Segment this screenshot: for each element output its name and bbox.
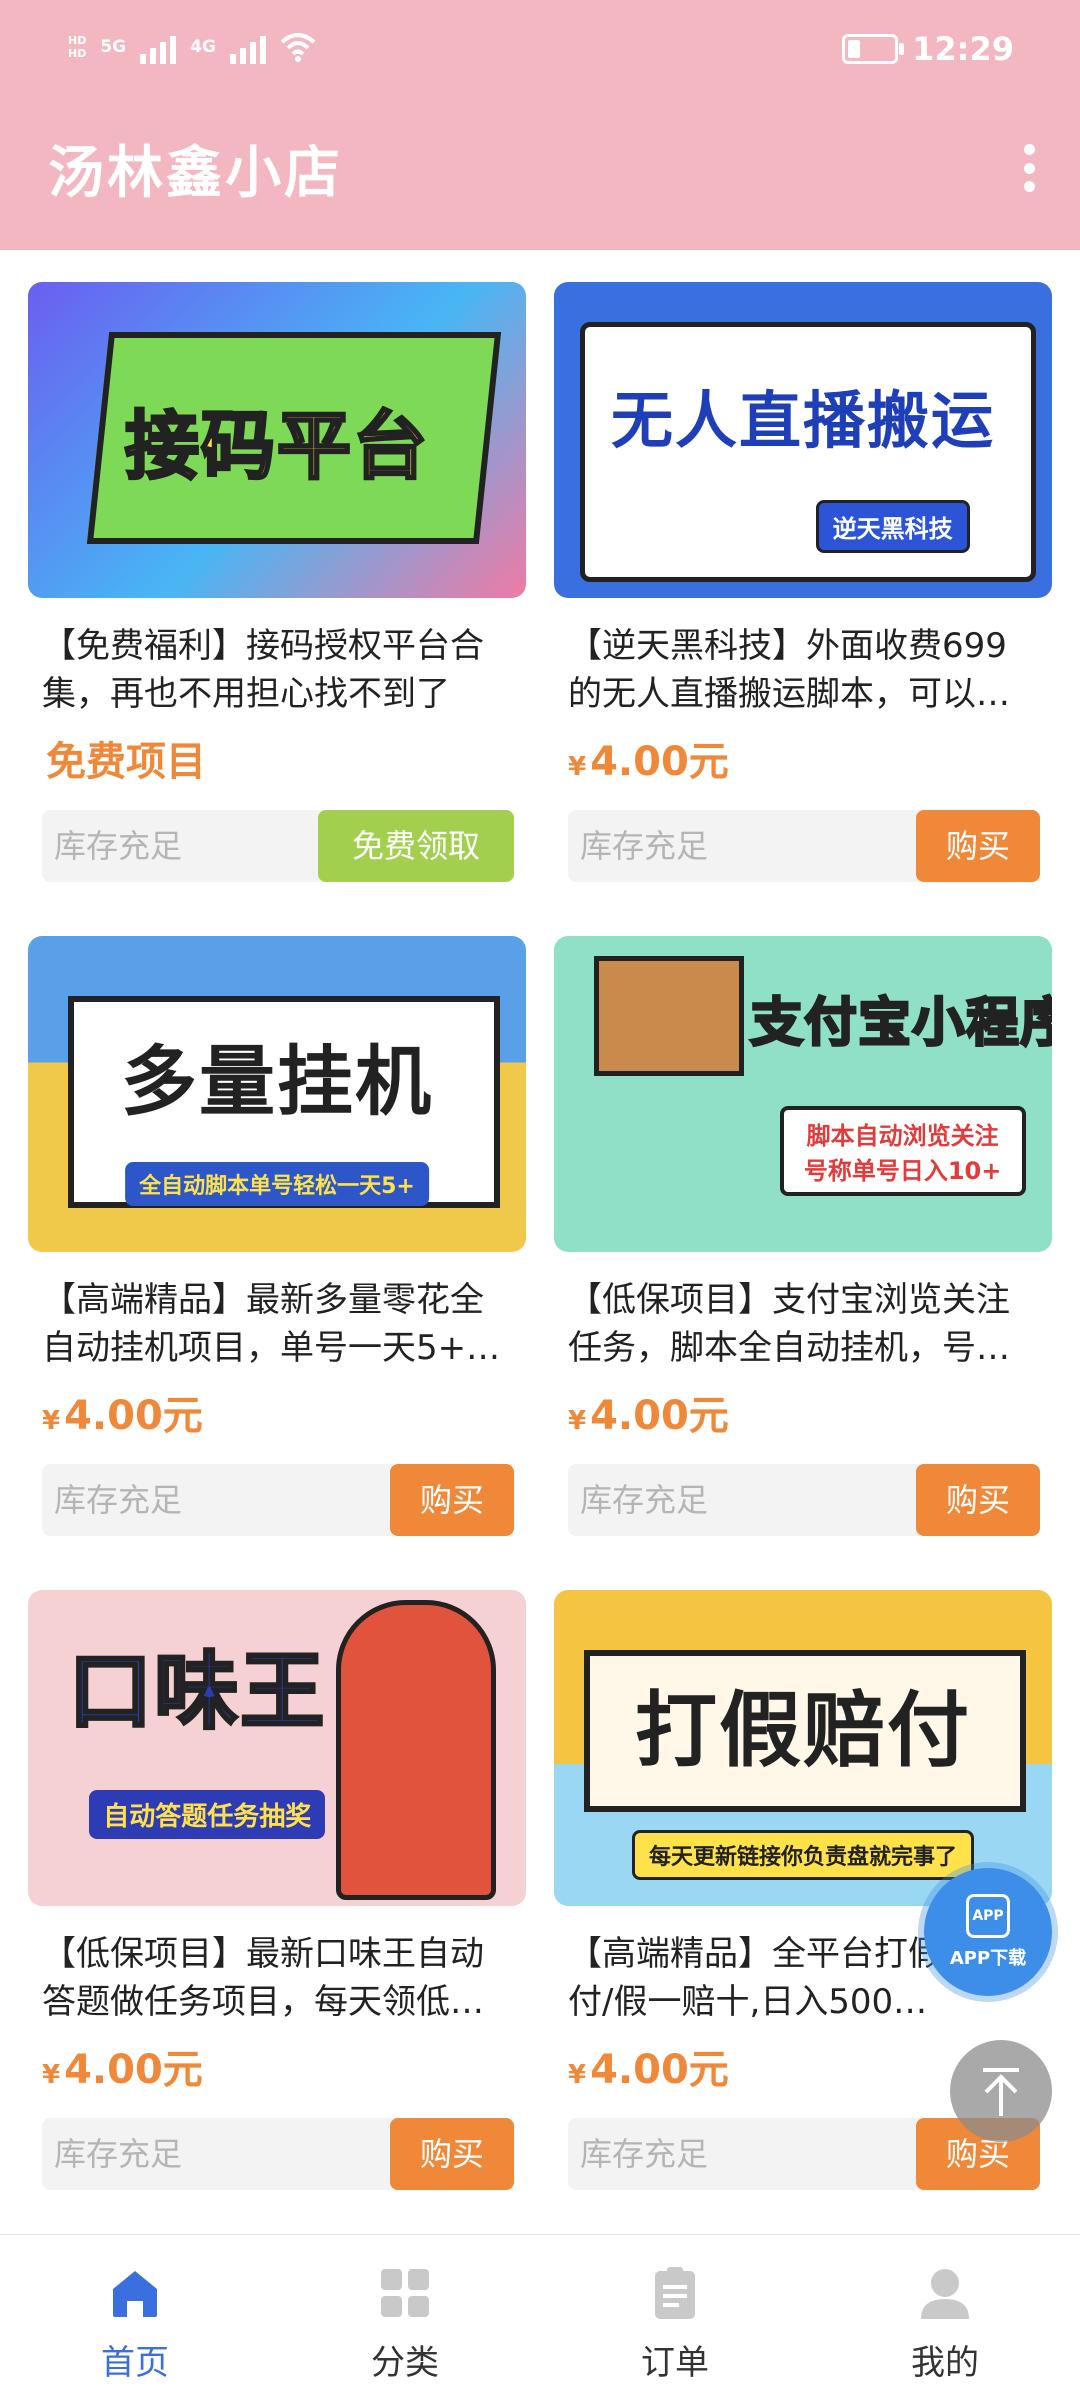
product-price: ¥4.00元	[42, 2042, 512, 2098]
stock-row: 库存充足 购买	[568, 1464, 1040, 1536]
dot-icon	[1023, 181, 1035, 192]
currency-symbol: ¥	[568, 1406, 587, 1436]
banner-subtitle: 自动答题任务抽奖	[89, 1790, 326, 1839]
back-to-top-button[interactable]	[950, 2040, 1052, 2142]
product-description[interactable]: 【低保项目】支付宝浏览关注任务，脚本全自动挂机，号…	[568, 1276, 1038, 1372]
buy-button[interactable]: 购买	[916, 810, 1040, 882]
app-header: HD HD 5G 4G 12:29 汤林鑫小店	[0, 0, 1080, 250]
product-description[interactable]: 【高端精品】最新多量零花全自动挂机项目，单号一天5+…	[42, 1276, 512, 1372]
buy-button[interactable]: 购买	[390, 2118, 514, 2190]
stock-status: 库存充足	[54, 827, 183, 865]
banner-subtitle: 脚本自动浏览关注 号称单号日入10+	[779, 1106, 1026, 1196]
nav-label: 我的	[911, 2343, 979, 2383]
signal-icon	[140, 30, 177, 64]
stock-status: 库存充足	[580, 827, 709, 865]
product-image[interactable]: 支付宝小程序 脚本自动浏览关注 号称单号日入10+	[554, 936, 1052, 1252]
nav-profile[interactable]: 我的	[810, 2235, 1080, 2401]
home-icon	[113, 2271, 157, 2317]
currency-symbol: ¥	[568, 2060, 587, 2090]
banner-title: 打假赔付	[634, 1683, 972, 1779]
nav-home[interactable]: 首页	[0, 2235, 270, 2401]
currency-symbol: ¥	[42, 2060, 61, 2090]
product-card[interactable]: 无人直播搬运 逆天黑科技 【逆天黑科技】外面收费699的无人直播搬运脚本，可以……	[554, 282, 1052, 882]
stock-row: 库存充足 免费领取	[42, 810, 514, 882]
signal-icon-2	[229, 30, 266, 64]
stock-status: 库存充足	[580, 1481, 709, 1519]
product-price: ¥4.00元	[568, 1388, 1038, 1444]
product-card[interactable]: 口味王 自动答题任务抽奖 【低保项目】最新口味王自动答题做任务项目，每天领低… …	[28, 1590, 526, 2190]
product-description[interactable]: 【免费福利】接码授权平台合集，再也不用担心找不到了	[42, 622, 512, 718]
box-head-figure	[594, 956, 744, 1076]
battery-icon	[842, 34, 905, 64]
status-bar: HD HD 5G 4G 12:29	[0, 0, 1080, 110]
nav-label: 首页	[101, 2343, 169, 2383]
price-value: 4.00元	[590, 1393, 729, 1439]
product-grid: 接码平台 【免费福利】接码授权平台合集，再也不用担心找不到了 免费项目 库存充足…	[28, 282, 1052, 2190]
stock-row: 库存充足 购买	[42, 1464, 514, 1536]
buy-button[interactable]: 购买	[916, 1464, 1040, 1536]
network-4g-label: 4G	[190, 36, 216, 57]
buy-button[interactable]: 购买	[390, 1464, 514, 1536]
dot-icon	[1023, 162, 1035, 174]
banner-subtitle: 全自动脚本单号轻松一天5+	[125, 1162, 429, 1206]
stock-row: 库存充足 购买	[568, 810, 1040, 882]
clock: 12:29	[912, 30, 1014, 68]
nav-label: 分类	[371, 2343, 439, 2383]
price-value: 4.00元	[64, 2047, 203, 2093]
network-5g-label: 5G	[100, 36, 127, 57]
banner-title: 接码平台	[124, 402, 429, 491]
product-card[interactable]: 接码平台 【免费福利】接码授权平台合集，再也不用担心找不到了 免费项目 库存充足…	[28, 282, 526, 882]
nav-category[interactable]: 分类	[270, 2235, 540, 2401]
wifi-icon	[280, 33, 316, 62]
product-card[interactable]: 多量挂机 全自动脚本单号轻松一天5+ 【高端精品】最新多量零花全自动挂机项目，单…	[28, 936, 526, 1536]
currency-symbol: ¥	[568, 752, 587, 782]
gumball-machine	[336, 1600, 496, 1900]
currency-symbol: ¥	[42, 1406, 61, 1436]
nav-orders[interactable]: 订单	[540, 2235, 810, 2401]
user-icon	[921, 2269, 969, 2319]
clipboard-icon	[655, 2267, 695, 2319]
stock-status: 库存充足	[54, 2135, 183, 2173]
nav-label: 订单	[641, 2343, 709, 2383]
price-value: 4.00元	[590, 739, 729, 785]
product-card[interactable]: 支付宝小程序 脚本自动浏览关注 号称单号日入10+ 【低保项目】支付宝浏览关注任…	[554, 936, 1052, 1536]
product-image[interactable]: 口味王 自动答题任务抽奖	[28, 1590, 526, 1906]
stock-status: 库存充足	[54, 1481, 183, 1519]
product-description[interactable]: 【逆天黑科技】外面收费699的无人直播搬运脚本，可以…	[568, 622, 1038, 718]
product-image[interactable]: 打假赔付 每天更新链接你负责盘就完事了	[554, 1590, 1052, 1906]
product-image[interactable]: 多量挂机 全自动脚本单号轻松一天5+	[28, 936, 526, 1252]
price-value: 4.00元	[64, 1393, 203, 1439]
banner-subtitle: 逆天黑科技	[815, 500, 970, 553]
app-download-label: APP下载	[949, 1948, 1027, 1969]
product-description[interactable]: 【低保项目】最新口味王自动答题做任务项目，每天领低…	[42, 1930, 512, 2026]
app-icon: APP	[966, 1894, 1010, 1938]
arrow-up-icon	[983, 2068, 1019, 2116]
price-value: 4.00元	[590, 2047, 729, 2093]
product-image[interactable]: 无人直播搬运 逆天黑科技	[554, 282, 1052, 598]
banner-title: 多量挂机	[121, 1037, 433, 1127]
stock-status: 库存充足	[580, 2135, 709, 2173]
grid-icon	[381, 2269, 429, 2317]
stock-row: 库存充足 购买	[42, 2118, 514, 2190]
price-value: 免费项目	[46, 739, 206, 785]
status-right: 12:29	[842, 30, 1014, 68]
more-menu-button[interactable]	[1002, 138, 1056, 198]
banner-title: 无人直播搬运	[610, 383, 996, 457]
status-signals: HD HD 5G 4G	[68, 30, 316, 64]
banner-subtitle: 每天更新链接你负责盘就完事了	[631, 1830, 975, 1880]
product-image[interactable]: 接码平台	[28, 282, 526, 598]
hd-indicator: HD HD	[68, 34, 87, 60]
product-price: 免费项目	[42, 734, 512, 790]
product-price: ¥4.00元	[568, 734, 1038, 790]
dot-icon	[1023, 144, 1035, 155]
product-price: ¥4.00元	[42, 1388, 512, 1444]
free-claim-button[interactable]: 免费领取	[318, 810, 514, 882]
app-download-button[interactable]: APP APP下载	[924, 1868, 1052, 1996]
banner-title: 支付宝小程序	[749, 992, 1052, 1055]
bottom-nav: 首页 分类 订单 我的	[0, 2234, 1080, 2401]
banner-title: 口味王	[67, 1641, 327, 1742]
page-title: 汤林鑫小店	[48, 141, 343, 206]
